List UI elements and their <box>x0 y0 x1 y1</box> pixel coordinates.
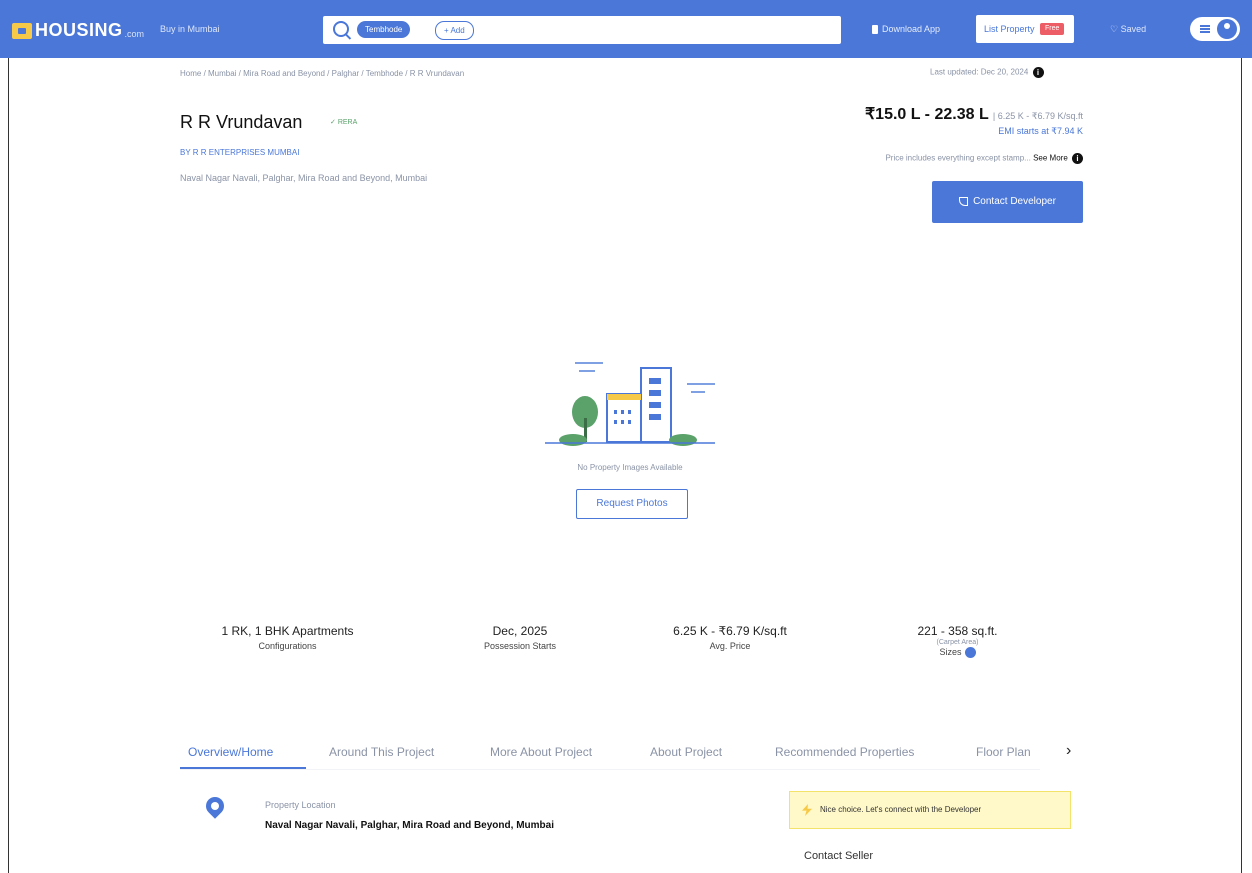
fact-label: Configurations <box>258 641 317 651</box>
chevron-right-icon[interactable]: › <box>1066 742 1071 760</box>
download-app-link[interactable]: Download App <box>872 24 941 35</box>
fact-label: Possession Starts <box>483 641 557 651</box>
search-icon[interactable] <box>333 21 349 37</box>
logo-domain: .com <box>124 28 145 39</box>
tab-more-about-project[interactable]: More About Project <box>490 745 592 759</box>
fact-label: Avg. Price <box>709 641 751 651</box>
add-location-chip[interactable]: + Add <box>435 21 474 40</box>
tab-floor-plan[interactable]: Floor Plan <box>976 745 1031 759</box>
tab-overview[interactable]: Overview/Home <box>188 745 273 759</box>
location-chip[interactable]: Tembhode <box>357 21 411 38</box>
see-more-link[interactable]: See More <box>1033 154 1068 163</box>
top-navbar: HOUSING .com Buy in Mumbai Tembhode + Ad… <box>0 0 1252 58</box>
fact-value: 1 RK, 1 BHK Apartments <box>221 624 354 638</box>
fact-sizes: 221 - 358 sq.ft. (Carpet Area) Sizes <box>895 624 1020 659</box>
price-per-sqft: | 6.25 K - ₹6.79 K/sq.ft <box>992 111 1083 121</box>
city-dropdown[interactable]: Buy in Mumbai <box>160 24 220 34</box>
frame-border-right <box>1241 58 1242 873</box>
contact-seller-heading: Contact Seller <box>804 850 874 862</box>
fact-value: 221 - 358 sq.ft. <box>917 624 998 638</box>
house-icon <box>12 22 32 39</box>
info-icon[interactable] <box>964 647 976 659</box>
saved-label: Saved <box>1120 24 1147 34</box>
price-note: Price includes everything except stamp..… <box>770 153 1083 164</box>
list-property-label: List Property <box>984 24 1035 34</box>
user-menu[interactable] <box>1190 17 1240 41</box>
project-title: R R Vrundavan <box>180 112 303 132</box>
fact-value: 6.25 K - ₹6.79 K/sq.ft <box>673 624 787 638</box>
location-value: Naval Nagar Navali, Palghar, Mira Road a… <box>265 820 554 831</box>
request-photos-button[interactable]: Request Photos <box>576 489 688 519</box>
phone-icon <box>959 196 969 206</box>
fact-sub: (Carpet Area) <box>936 639 979 646</box>
price-per-sqft-value: 6.25 K - ₹6.79 K/sq.ft <box>997 111 1083 121</box>
logo-text: HOUSING <box>35 20 123 40</box>
price-range: ₹15.0 L - 22.38 L | 6.25 K - ₹6.79 K/sq.… <box>808 104 1083 124</box>
contact-developer-label: Contact Developer <box>973 196 1056 207</box>
fact-configurations: 1 RK, 1 BHK Apartments Configurations <box>200 624 375 651</box>
fact-value: Dec, 2025 <box>492 624 548 638</box>
last-updated: Last updated: Dec 20, 2024 i <box>930 67 1044 78</box>
bolt-icon <box>802 804 812 816</box>
project-address: Naval Nagar Navali, Palghar, Mira Road a… <box>180 173 428 183</box>
info-icon[interactable]: i <box>1032 67 1044 78</box>
fact-avg-price: 6.25 K - ₹6.79 K/sq.ft Avg. Price <box>650 624 810 651</box>
rera-badge[interactable]: ✓ RERA <box>330 118 357 126</box>
info-icon[interactable]: i <box>1072 153 1083 164</box>
contact-developer-button[interactable]: Contact Developer <box>932 181 1083 223</box>
fact-possession: Dec, 2025 Possession Starts <box>455 624 585 651</box>
tab-around-project[interactable]: Around This Project <box>329 745 434 759</box>
housing-logo[interactable]: HOUSING .com <box>12 20 144 41</box>
list-property-button[interactable]: List Property Free <box>976 15 1074 43</box>
price-note-text: Price includes everything except stamp..… <box>885 153 1031 163</box>
location-pin-icon <box>202 793 228 819</box>
fact-label-row: Sizes <box>895 647 1020 659</box>
avatar-icon <box>1217 19 1237 39</box>
search-bar[interactable]: Tembhode + Add <box>323 16 841 44</box>
last-updated-text: Last updated: Dec 20, 2024 <box>930 67 1029 77</box>
phone-icon <box>872 25 878 35</box>
free-badge: Free <box>1040 23 1065 35</box>
breadcrumb[interactable]: Home / Mumbai / Mira Road and Beyond / P… <box>180 69 464 78</box>
tab-divider <box>180 769 1040 770</box>
rera-label: RERA <box>337 119 358 126</box>
tab-recommended[interactable]: Recommended Properties <box>775 745 914 759</box>
download-app-label: Download App <box>882 24 941 34</box>
no-images-illustration <box>545 362 715 446</box>
location-label: Property Location <box>265 800 336 810</box>
developer-link[interactable]: By R R ENTERPRISES MUMBAI <box>180 148 299 157</box>
nice-choice-text: Nice choice. Let's connect with the Deve… <box>820 805 982 814</box>
tab-about-project[interactable]: About Project <box>650 745 722 759</box>
no-images-text: No Property Images Available <box>577 463 683 472</box>
price-range-value: ₹15.0 L - 22.38 L <box>864 106 989 123</box>
nice-choice-banner: Nice choice. Let's connect with the Deve… <box>789 791 1071 829</box>
frame-border-left <box>8 58 9 873</box>
emi-link[interactable]: EMI starts at ₹7.94 K <box>900 126 1083 137</box>
saved-link[interactable]: ♡ Saved <box>1110 24 1146 35</box>
fact-label: Sizes <box>939 647 962 657</box>
hamburger-icon <box>1200 25 1210 33</box>
